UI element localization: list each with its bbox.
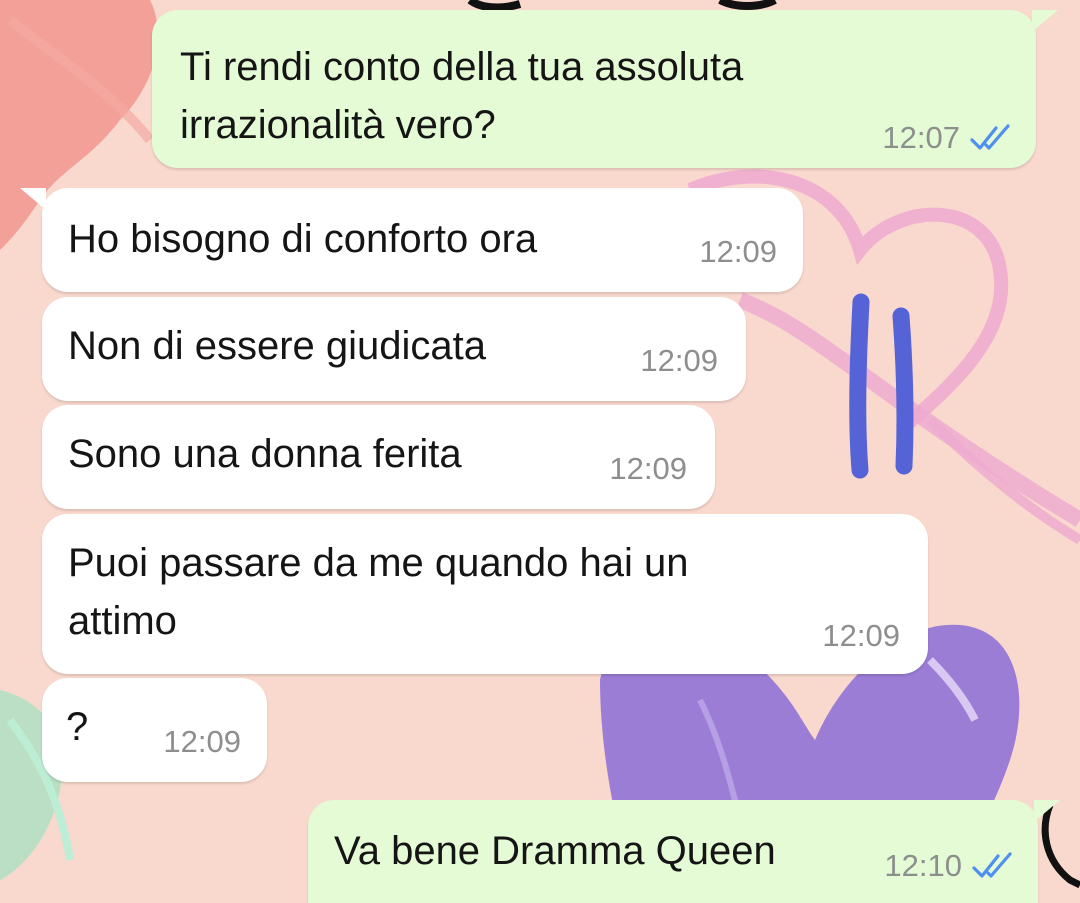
message-bubble-incoming[interactable]: ? 12:09	[42, 678, 267, 782]
message-bubble-outgoing[interactable]: Va bene Dramma Queen 12:10	[308, 800, 1060, 903]
bubble-tail	[20, 188, 46, 210]
message-bubble-incoming[interactable]: Non di essere giudicata 12:09	[42, 297, 746, 401]
message-time: 12:09	[699, 234, 777, 269]
message-bubble-incoming[interactable]: Ho bisogno di conforto ora 12:09	[20, 188, 803, 292]
message-text: Ti rendi conto della tua assoluta irrazi…	[180, 45, 744, 147]
annotation-blue-bar-right	[892, 307, 914, 475]
message-time: 12:09	[163, 724, 241, 759]
message-time: 12:09	[822, 618, 900, 653]
double-check-read-icon	[972, 852, 1012, 878]
message-time: 12:10	[884, 848, 962, 883]
message-bubble-outgoing[interactable]: Ti rendi conto della tua assoluta irrazi…	[152, 10, 1058, 168]
message-text: ?	[66, 705, 89, 749]
message-bubble-incoming[interactable]: Sono una donna ferita 12:09	[42, 405, 715, 509]
message-time: 12:07	[882, 120, 960, 155]
message-time: 12:09	[640, 343, 718, 378]
bubble-tail	[1034, 800, 1060, 822]
message-text: Ho bisogno di conforto ora	[68, 217, 538, 261]
bubble-tail	[1032, 10, 1058, 32]
annotation-blue-bar-left	[849, 293, 870, 479]
message-text: Puoi passare da me quando hai un attimo	[68, 541, 689, 643]
message-bubble-incoming[interactable]: Puoi passare da me quando hai un attimo …	[42, 514, 928, 674]
message-time: 12:09	[609, 451, 687, 486]
message-text: Non di essere giudicata	[68, 324, 487, 368]
double-check-read-icon	[970, 124, 1010, 150]
message-text: Va bene Dramma Queen	[334, 829, 776, 873]
message-text: Sono una donna ferita	[68, 432, 462, 476]
